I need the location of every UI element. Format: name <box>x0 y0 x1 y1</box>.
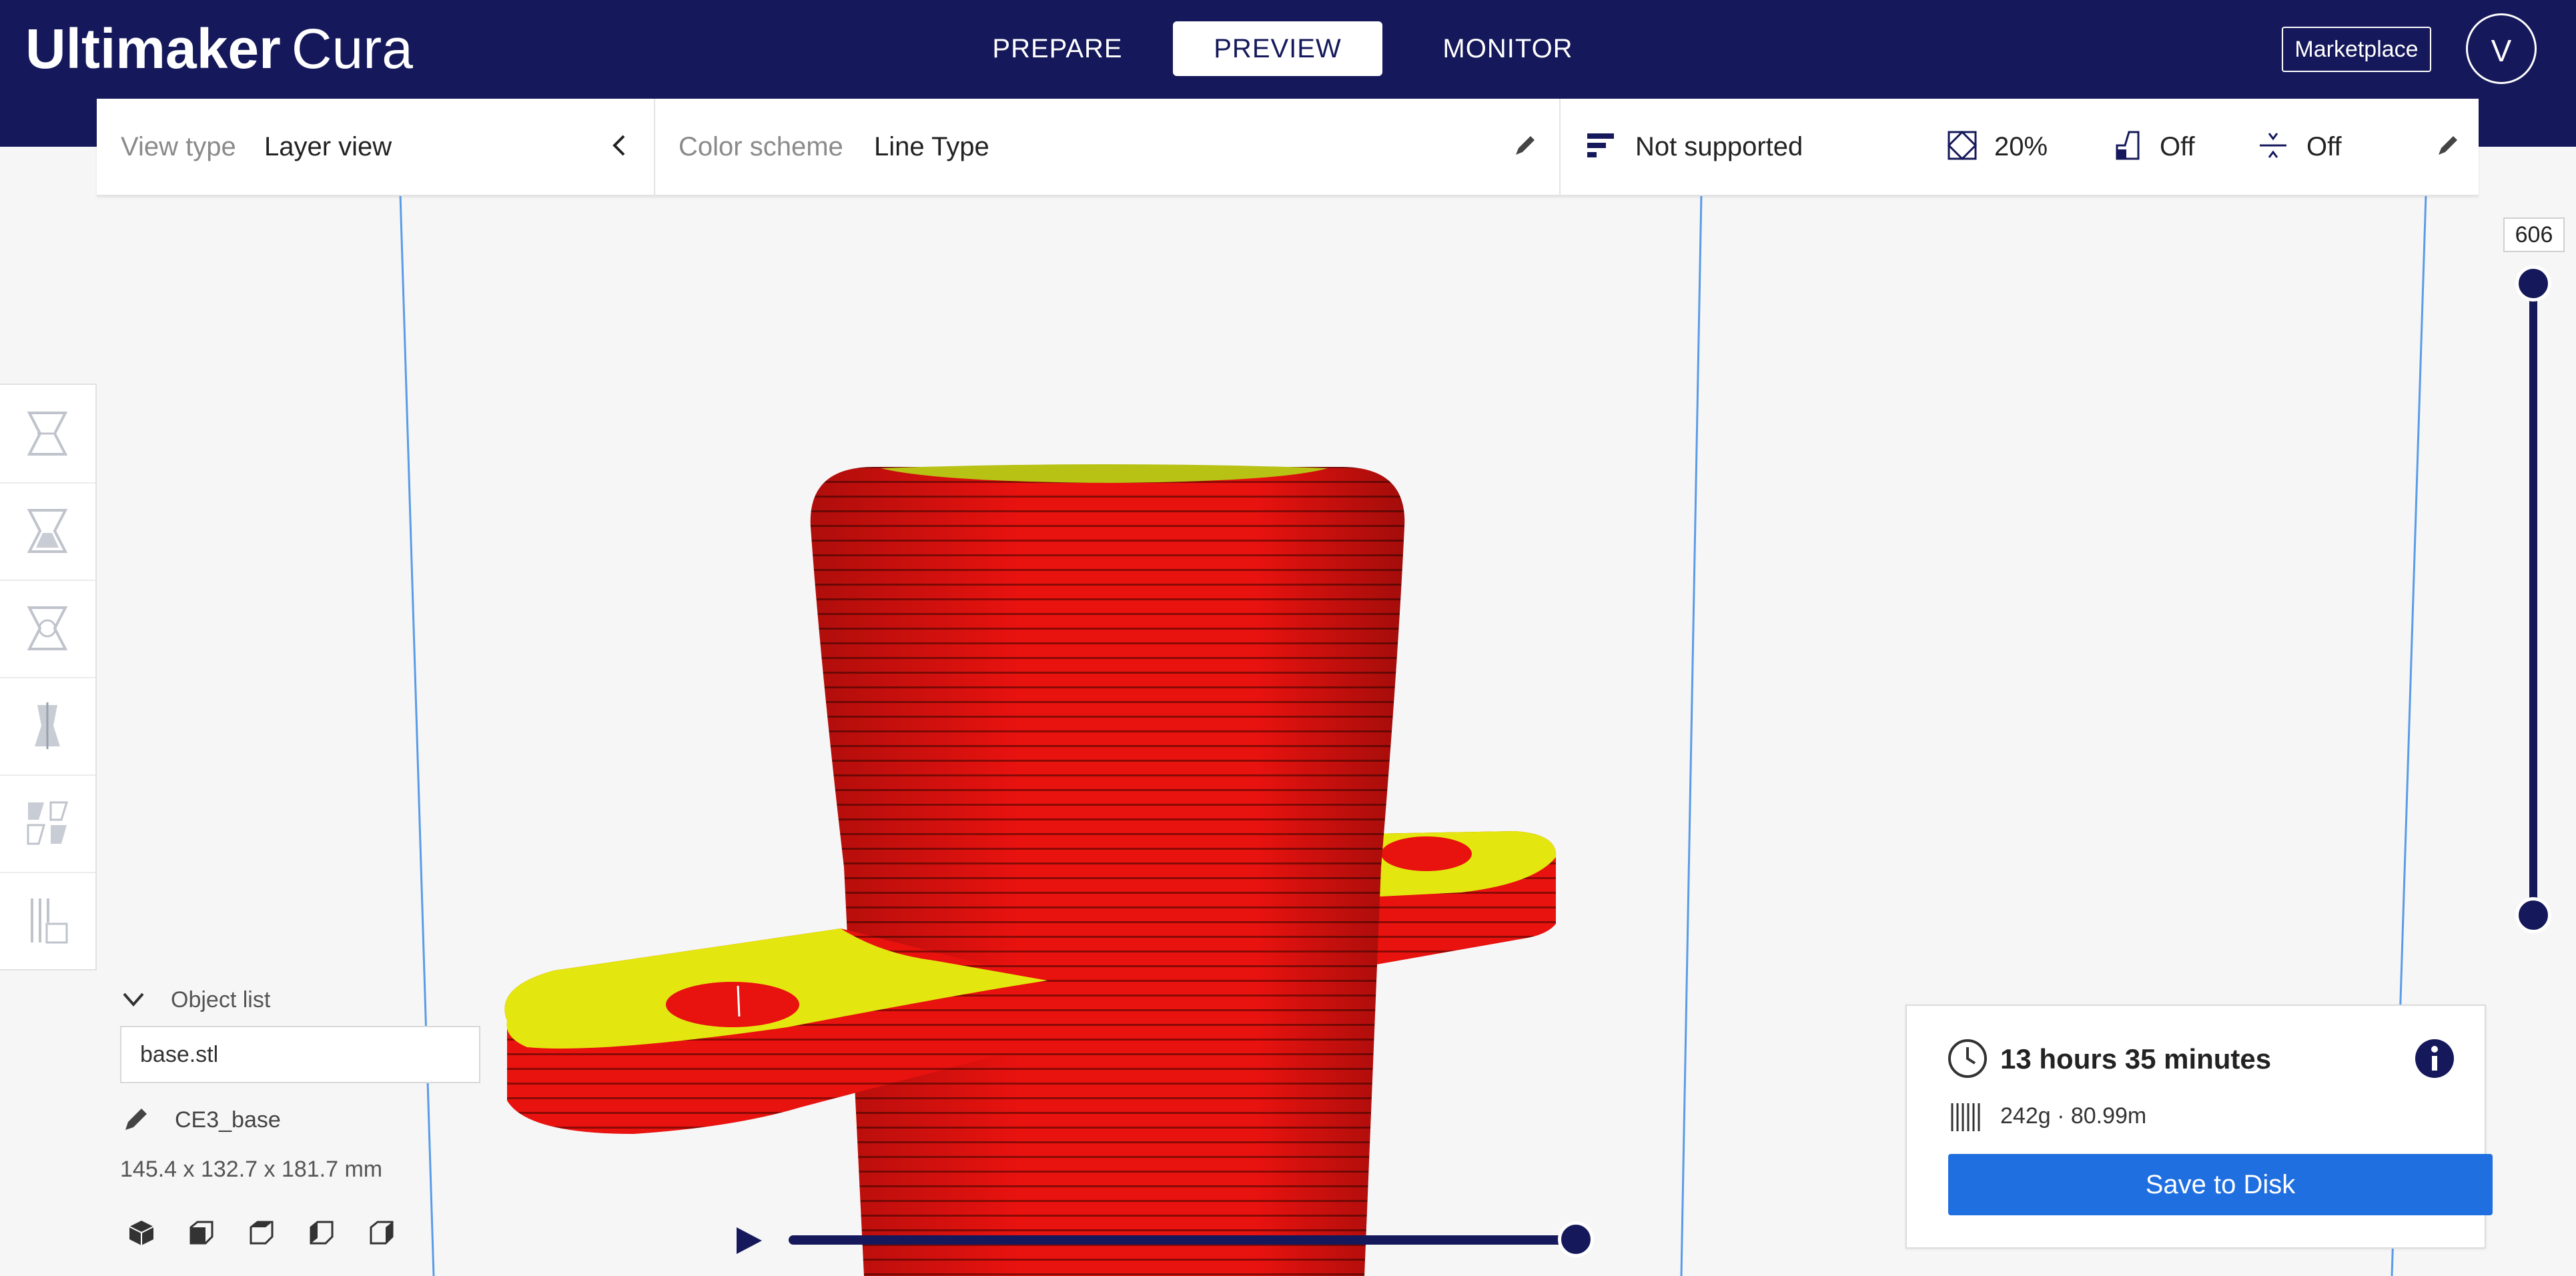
object-list-item[interactable]: base.stl <box>120 1026 480 1083</box>
top-view-icon[interactable] <box>247 1218 276 1247</box>
play-icon[interactable] <box>733 1225 765 1257</box>
left-view-icon[interactable] <box>307 1218 336 1247</box>
per-model-settings-icon <box>27 801 69 845</box>
color-scheme-value: Line Type <box>874 132 989 161</box>
support-icon <box>2116 131 2140 160</box>
account-avatar[interactable]: V <box>2466 13 2537 84</box>
front-view-icon[interactable] <box>187 1218 216 1247</box>
chevron-left-icon[interactable] <box>604 129 636 161</box>
view-type-label: View type <box>121 132 236 161</box>
pencil-icon[interactable] <box>1509 129 1541 161</box>
build-volume-line <box>399 195 435 1276</box>
color-scheme-selector[interactable]: Color scheme Line Type <box>655 99 1559 195</box>
view-type-selector[interactable]: View type Layer view <box>97 99 654 195</box>
layer-slider-lower-handle[interactable] <box>2515 897 2551 933</box>
move-icon <box>27 412 68 456</box>
color-scheme-label: Color scheme <box>679 132 843 161</box>
material-spool-icon <box>1951 1103 1980 1131</box>
layer-slider-upper-handle[interactable] <box>2515 265 2551 301</box>
tool-panel <box>0 384 97 971</box>
object-dimensions: 145.4 x 132.7 x 181.7 mm <box>120 1157 383 1182</box>
scale-icon <box>27 509 68 553</box>
print-time: 13 hours 35 minutes <box>2000 1043 2272 1075</box>
playback-slider-handle[interactable] <box>1558 1221 1594 1257</box>
profile-value: Not supported <box>1635 132 1803 161</box>
pencil-icon[interactable] <box>120 1103 152 1135</box>
tab-monitor[interactable]: MONITOR <box>1428 21 1588 76</box>
build-volume-line <box>1680 195 1703 1276</box>
profile-icon <box>1587 133 1614 157</box>
adhesion-value: Off <box>2306 132 2342 161</box>
mirror-tool[interactable] <box>0 677 95 776</box>
move-tool[interactable] <box>0 385 95 484</box>
app-logo: Ultimaker Cura <box>25 19 413 79</box>
infill-value: 20% <box>1994 132 2048 161</box>
scale-tool[interactable] <box>0 482 95 581</box>
object-list-title[interactable]: Object list <box>171 987 270 1013</box>
view-type-value: Layer view <box>264 132 392 161</box>
clock-icon <box>1948 1039 1987 1078</box>
print-settings-summary[interactable]: Not supported 20% Off Off <box>1561 99 2479 195</box>
support-blocker-icon <box>31 898 68 944</box>
chevron-down-icon[interactable] <box>120 990 147 1010</box>
view-toolbar: View type Layer view Color scheme Line T… <box>97 99 2479 196</box>
marketplace-button[interactable]: Marketplace <box>2282 27 2431 72</box>
save-to-disk-button[interactable]: Save to Disk <box>1948 1154 2493 1215</box>
layer-slider-track[interactable] <box>2529 283 2537 915</box>
layer-number-input[interactable]: 606 <box>2503 217 2565 252</box>
rotate-icon <box>27 606 68 650</box>
right-view-icon[interactable] <box>367 1218 396 1247</box>
tab-preview[interactable]: PREVIEW <box>1173 21 1382 76</box>
object-name[interactable]: CE3_base <box>175 1107 281 1133</box>
mirror-icon <box>35 702 60 749</box>
playback-slider-track[interactable] <box>789 1235 1576 1245</box>
material-usage: 242g · 80.99m <box>2000 1103 2147 1129</box>
model-column <box>810 464 1405 1276</box>
rotate-tool[interactable] <box>0 580 95 678</box>
support-blocker-tool[interactable] <box>0 872 95 969</box>
model-right-tab <box>1361 831 1557 967</box>
per-model-settings-tool[interactable] <box>0 774 95 873</box>
3d-view-icon[interactable] <box>127 1218 156 1247</box>
tab-prepare[interactable]: PREPARE <box>987 21 1128 76</box>
print-summary-panel: 13 hours 35 minutes 242g · 80.99m Save t… <box>1905 1005 2493 1249</box>
logo-brand: Ultimaker <box>25 17 281 80</box>
info-icon[interactable] <box>2414 1038 2455 1079</box>
infill-icon <box>1947 130 1978 161</box>
logo-product: Cura <box>291 17 413 80</box>
pencil-icon[interactable] <box>2432 129 2464 161</box>
adhesion-icon <box>2260 133 2286 158</box>
support-value: Off <box>2160 132 2195 161</box>
